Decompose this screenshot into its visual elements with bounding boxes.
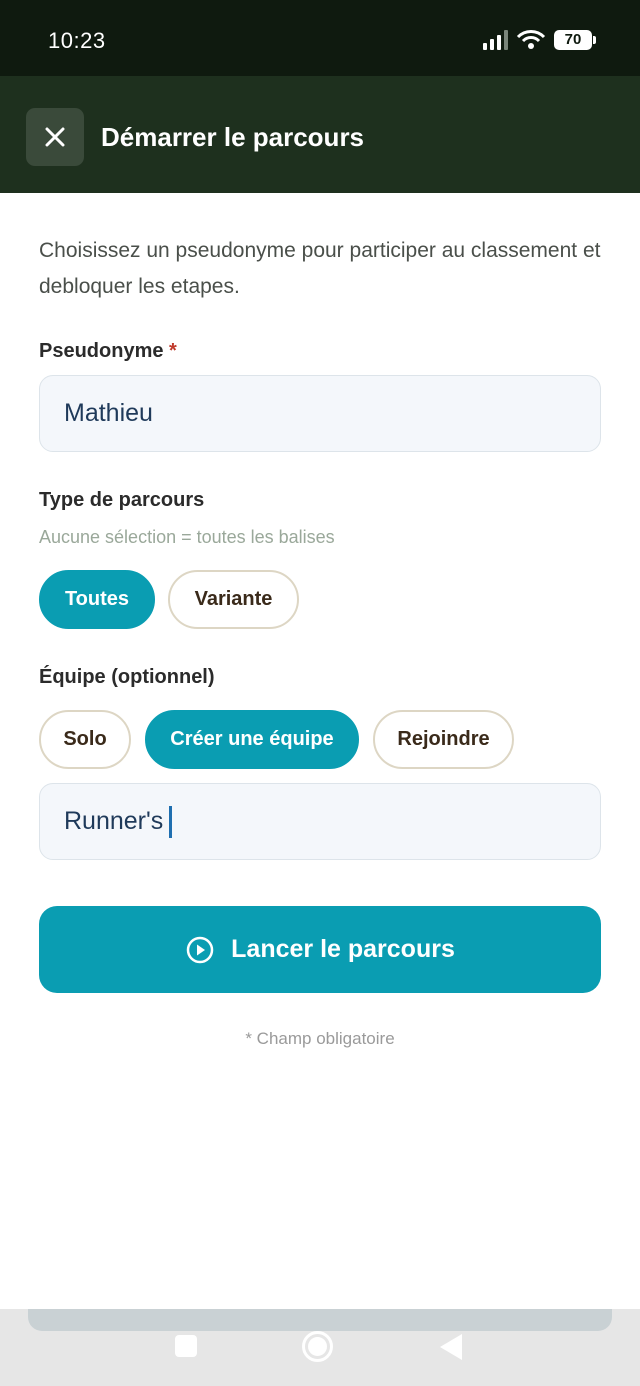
signal-icon — [483, 30, 508, 50]
status-bar: 10:23 70 — [0, 0, 640, 76]
pseudo-input-value: Mathieu — [64, 399, 153, 427]
launch-button[interactable]: Lancer le parcours — [39, 906, 601, 993]
team-name-value: Runner's — [64, 807, 164, 835]
pseudo-input[interactable]: Mathieu — [39, 375, 601, 452]
type-option-variante[interactable]: Variante — [168, 570, 299, 629]
text-caret — [169, 805, 173, 838]
required-footnote: * Champ obligatoire — [245, 1029, 395, 1048]
nav-handle — [28, 1309, 612, 1331]
home-icon[interactable] — [302, 1331, 333, 1362]
type-hint: Aucune sélection = toutes les balises — [39, 527, 335, 547]
status-icons: 70 — [483, 28, 596, 52]
team-option-solo[interactable]: Solo — [39, 710, 131, 769]
team-option-join[interactable]: Rejoindre — [373, 710, 514, 769]
type-label: Type de parcours — [39, 489, 205, 511]
wifi-icon — [516, 29, 546, 51]
close-button[interactable] — [26, 108, 84, 166]
team-label: Équipe (optionnel) — [39, 666, 215, 688]
pseudo-label-text: Pseudonyme — [39, 340, 164, 362]
app-header: Démarrer le parcours — [0, 76, 640, 193]
recents-icon[interactable] — [175, 1335, 197, 1357]
battery-icon: 70 — [554, 30, 596, 50]
system-nav-bar — [0, 1309, 640, 1386]
type-option-toutes[interactable]: Toutes — [39, 570, 155, 629]
intro-text: Choisissez un pseudonyme pour participer… — [39, 239, 601, 298]
close-icon — [45, 127, 65, 147]
page-title: Démarrer le parcours — [101, 122, 365, 152]
status-time: 10:23 — [48, 28, 106, 53]
required-star: * — [169, 340, 177, 362]
back-icon[interactable] — [440, 1334, 462, 1360]
launch-button-label: Lancer le parcours — [231, 935, 455, 963]
play-circle-icon — [186, 936, 214, 963]
team-name-input[interactable]: Runner's — [39, 783, 601, 860]
pseudo-label: Pseudonyme * — [39, 340, 177, 363]
team-option-create[interactable]: Créer une équipe — [145, 710, 359, 769]
